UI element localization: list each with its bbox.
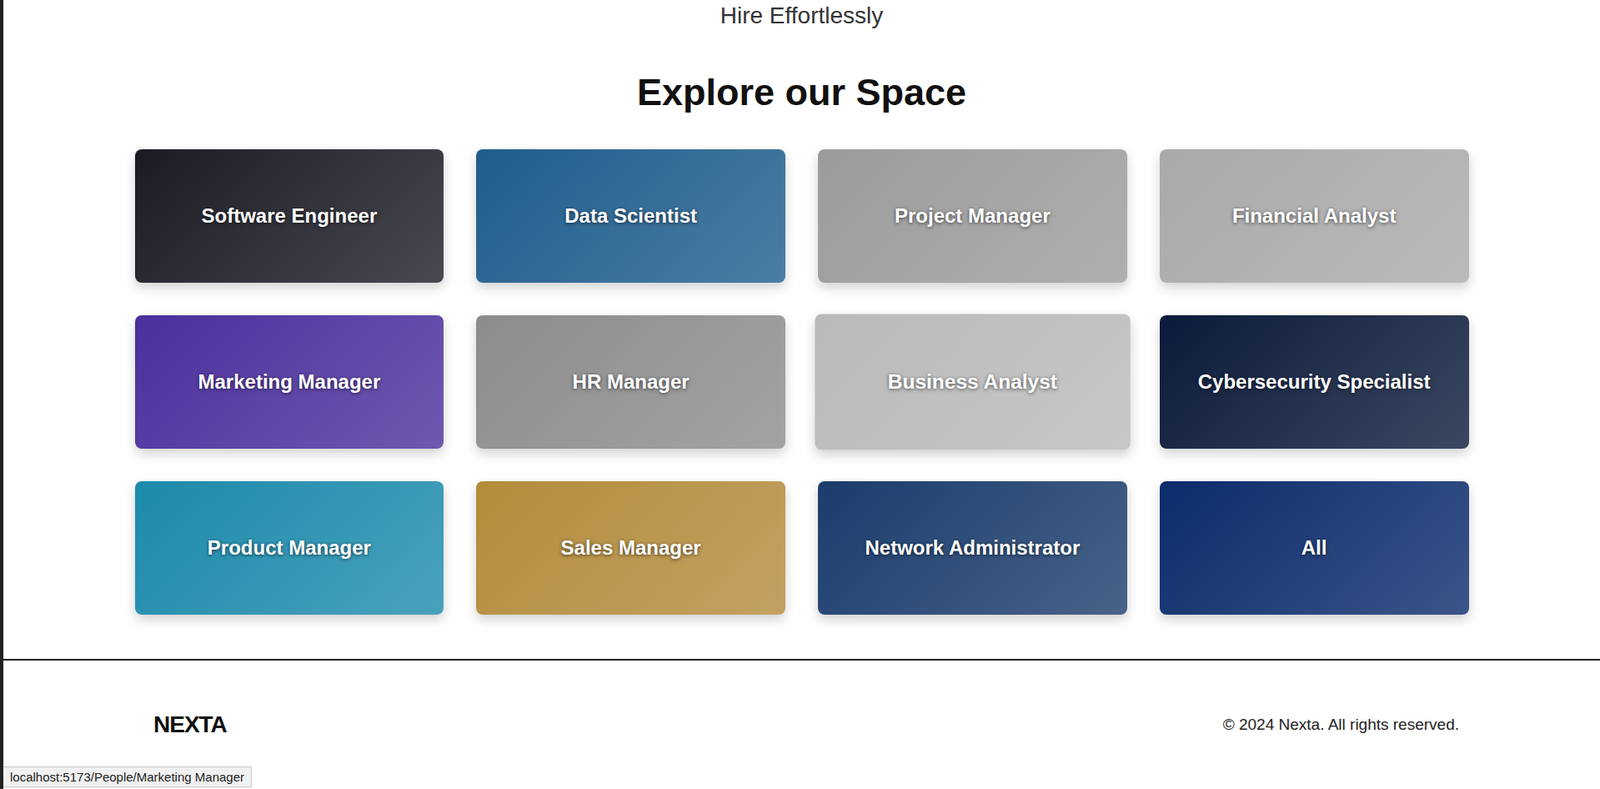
category-grid: Software Engineer Data Scientist Project M… (135, 149, 1470, 615)
category-card[interactable]: Financial Analyst (1159, 149, 1470, 283)
section-heading: Explore our Space (636, 71, 967, 114)
category-card[interactable]: All (1159, 481, 1470, 615)
category-label: Marketing Manager (198, 370, 382, 394)
category-card[interactable]: Product Manager (135, 481, 445, 615)
category-card[interactable]: Network Administrator (817, 481, 1128, 615)
category-label: Network Administrator (864, 536, 1080, 560)
category-card[interactable]: Cybersecurity Specialist (1159, 315, 1470, 449)
category-label: All (1301, 536, 1328, 560)
category-label: Data Scientist (564, 204, 698, 228)
logo[interactable]: NEXTA (153, 711, 227, 738)
category-label: Product Manager (207, 536, 372, 560)
copyright: © 2024 Nexta. All rights reserved. (1223, 715, 1460, 734)
page: Hire Effortlessly Explore our Space Softwa… (0, 0, 1600, 789)
category-card[interactable]: Sales Manager (476, 481, 786, 615)
category-label: Software Engineer (201, 204, 378, 228)
category-label: Financial Analyst (1232, 204, 1397, 228)
category-card[interactable]: Software Engineer (135, 149, 445, 283)
category-card[interactable]: HR Manager (476, 315, 786, 449)
category-label: Business Analyst (887, 370, 1058, 395)
category-label: HR Manager (572, 370, 690, 394)
main-content: Hire Effortlessly Explore our Space Softwa… (3, 0, 1600, 659)
category-label: Project Manager (894, 204, 1051, 228)
category-card[interactable]: Project Manager (817, 149, 1128, 283)
category-label: Sales Manager (561, 536, 702, 560)
category-card[interactable]: Business Analyst (814, 313, 1130, 450)
category-label: Cybersecurity Specialist (1198, 370, 1431, 394)
tagline: Hire Effortlessly (720, 0, 884, 31)
category-card[interactable]: Data Scientist (476, 149, 786, 283)
status-bar: localhost:5173/People/Marketing Manager (3, 766, 252, 788)
category-card[interactable]: Marketing Manager (135, 315, 445, 449)
